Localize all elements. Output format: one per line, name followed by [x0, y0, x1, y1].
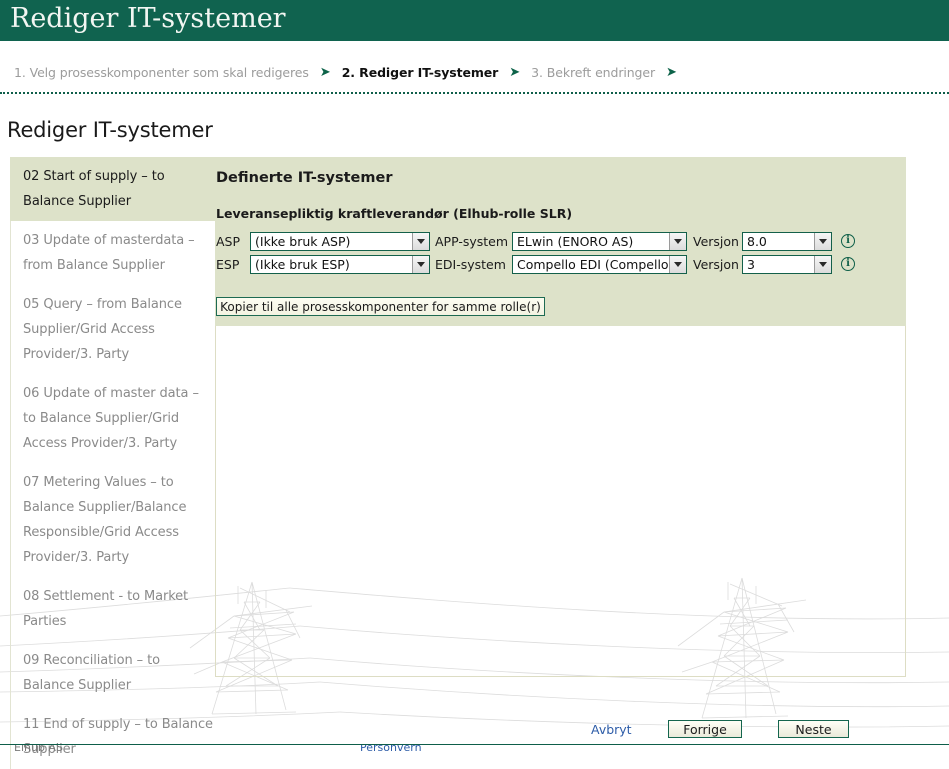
asp-provider-value: (Ikke bruk ASP)	[255, 233, 351, 249]
panel-heading: Definerte IT-systemer	[216, 170, 393, 186]
chevron-right-icon: ➤	[509, 65, 521, 80]
chevron-down-icon[interactable]	[669, 255, 686, 273]
chevron-down-icon[interactable]	[814, 232, 831, 250]
chevron-right-icon: ➤	[319, 65, 331, 80]
next-button[interactable]: Neste	[778, 720, 849, 738]
chevron-down-icon[interactable]	[669, 232, 686, 250]
copy-to-all-components-button[interactable]: Kopier til alle prosesskomponenter for s…	[216, 297, 545, 316]
edi-version-label: Versjon	[693, 256, 739, 272]
previous-button[interactable]: Forrige	[668, 720, 742, 738]
asp-label: ASP	[216, 233, 241, 249]
wizard-step-1[interactable]: 1. Velg prosesskomponenter som skal redi…	[14, 65, 309, 80]
app-title: Rediger IT-systemer	[10, 3, 286, 34]
chevron-down-icon[interactable]	[412, 255, 429, 273]
edi-version-select[interactable]: 3	[742, 254, 832, 274]
wizard-divider	[0, 92, 949, 94]
chevron-right-icon: ➤	[666, 65, 677, 80]
info-icon[interactable]: i	[841, 257, 855, 271]
esp-provider-select[interactable]: (Ikke bruk ESP)	[250, 254, 430, 274]
app-system-value: ELwin (ENORO AS)	[517, 233, 634, 249]
content-panel-frame	[215, 326, 906, 677]
edi-system-value: Compello EDI (Compello AS)	[517, 256, 669, 272]
form-row-asp: ASP (Ikke bruk ASP) APP-system ELwin (EN…	[216, 231, 855, 251]
wizard-step-2[interactable]: 2. Rediger IT-systemer	[342, 65, 499, 80]
edi-system-label: EDI-system	[435, 256, 506, 272]
footer-link[interactable]: Personvern	[360, 745, 422, 752]
app-header: Rediger IT-systemer	[0, 0, 949, 41]
app-version-value: 8.0	[747, 233, 767, 249]
footer-text: Elhub AS	[14, 745, 63, 752]
chevron-down-icon[interactable]	[814, 255, 831, 273]
app-version-select[interactable]: 8.0	[742, 231, 832, 251]
footer: Elhub AS Personvern	[0, 745, 949, 752]
sidebar-item-07[interactable]: 07 Metering Values – to Balance Supplier…	[10, 463, 215, 577]
wizard-step-3[interactable]: 3. Bekreft endringer	[531, 65, 655, 80]
form-row-esp: ESP (Ikke bruk ESP) EDI-system Compello …	[216, 254, 855, 274]
wizard-steps: 1. Velg prosesskomponenter som skal redi…	[14, 65, 688, 80]
esp-provider-value: (Ikke bruk ESP)	[255, 256, 350, 272]
sidebar-item-05[interactable]: 05 Query – from Balance Supplier/Grid Ac…	[10, 285, 215, 374]
info-icon[interactable]: i	[841, 234, 855, 248]
sidebar-item-03[interactable]: 03 Update of masterdata – from Balance S…	[10, 221, 215, 285]
app-version-label: Versjon	[693, 233, 739, 249]
sidebar-item-08[interactable]: 08 Settlement - to Market Parties	[10, 577, 215, 641]
sidebar-item-09[interactable]: 09 Reconciliation – to Balance Supplier	[10, 641, 215, 705]
cancel-link[interactable]: Avbryt	[591, 722, 632, 737]
chevron-down-icon[interactable]	[412, 232, 429, 250]
app-system-select[interactable]: ELwin (ENORO AS)	[512, 231, 687, 251]
asp-provider-select[interactable]: (Ikke bruk ASP)	[250, 231, 430, 251]
sidebar-item-02[interactable]: 02 Start of supply – to Balance Supplier	[10, 157, 215, 221]
edi-version-value: 3	[747, 256, 755, 272]
edi-system-select[interactable]: Compello EDI (Compello AS)	[512, 254, 687, 274]
app-system-label: APP-system	[435, 233, 509, 249]
wizard-breadcrumb: 1. Velg prosesskomponenter som skal redi…	[0, 41, 949, 93]
page-title: Rediger IT-systemer	[7, 118, 213, 142]
sidebar-item-06[interactable]: 06 Update of master data – to Balance Su…	[10, 374, 215, 463]
sidebar: 02 Start of supply – to Balance Supplier…	[10, 157, 215, 769]
sidebar-item-11[interactable]: 11 End of supply – to Balance Supplier	[10, 705, 215, 769]
role-heading: Leveransepliktig kraftleverandør (Elhub-…	[216, 206, 573, 221]
esp-label: ESP	[216, 256, 240, 272]
